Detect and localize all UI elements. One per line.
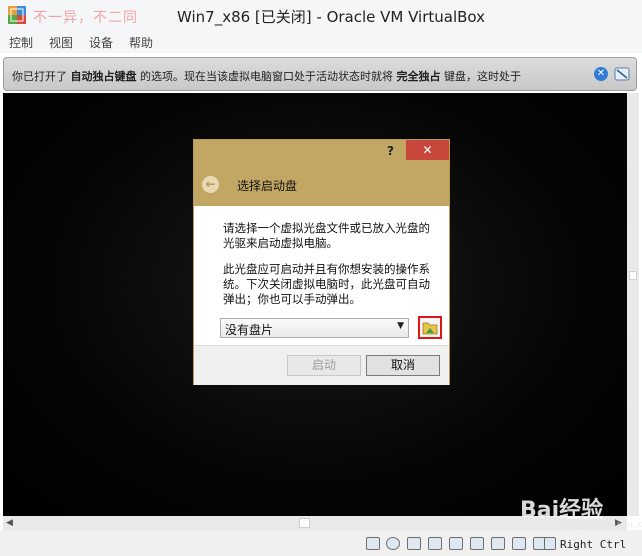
menu-view[interactable]: 视图 [49, 34, 73, 51]
optical-drive-icon[interactable] [386, 537, 400, 550]
folder-icon [422, 322, 438, 335]
notice-text-bold: 自动独占键盘 [70, 70, 137, 83]
horizontal-scroll-thumb[interactable] [299, 518, 310, 528]
hard-disk-icon[interactable] [366, 537, 380, 550]
notice-close-icon[interactable]: ✕ [594, 67, 608, 81]
dialog-description: 请选择一个虚拟光盘文件或已放入光盘的光驱来启动虚拟电脑。 [223, 221, 430, 250]
cancel-button[interactable]: 取消 [366, 355, 440, 376]
select-boot-disk-dialog: ? ✕ ← 选择启动盘 请选择一个虚拟光盘文件或已放入光盘的光驱来启动虚拟电脑。… [193, 139, 450, 385]
notice-text-part: 键盘，这时处于 [440, 70, 521, 83]
menu-bar: 控制 视图 设备 帮助 [0, 31, 642, 53]
notice-text-part: 你已打开了 [12, 70, 71, 83]
dialog-title: 选择启动盘 [237, 179, 298, 193]
boot-disk-select[interactable]: 没有盘片 ▼ [220, 318, 409, 338]
dialog-footer: 启动 取消 [194, 345, 449, 385]
dialog-note: 此光盘应可启动并且有你想安装的操作系统。下次关闭虚拟电脑时，此光盘可自动弹出；你… [223, 262, 430, 306]
keyboard-capture-notice: 你已打开了 自动独占键盘 的选项。现在当该虚拟电脑窗口处于活动状态时就将 完全独… [3, 57, 637, 91]
recording-icon[interactable] [512, 537, 526, 550]
dialog-header: ? ✕ ← 选择启动盘 [194, 140, 449, 206]
mouse-integration-icon[interactable] [544, 537, 556, 550]
audio-icon[interactable] [407, 537, 421, 550]
menu-help[interactable]: 帮助 [129, 34, 153, 51]
vertical-scroll-thumb[interactable] [629, 271, 637, 280]
baidu-url: jingyan.baidu.com [560, 520, 642, 530]
host-key-label: Right Ctrl [560, 538, 627, 551]
start-button[interactable]: 启动 [287, 355, 361, 376]
notice-text: 你已打开了 自动独占键盘 的选项。现在当该虚拟电脑窗口处于活动状态时就将 完全独… [12, 68, 592, 84]
chevron-down-icon: ▼ [397, 321, 404, 331]
network-icon[interactable] [428, 537, 442, 550]
menu-control[interactable]: 控制 [9, 34, 33, 51]
close-button[interactable]: ✕ [406, 140, 449, 160]
usb-icon[interactable] [449, 537, 463, 550]
scroll-left-icon[interactable]: ◀ [6, 518, 13, 528]
menu-devices[interactable]: 设备 [89, 34, 113, 51]
window-titlebar: 不一异，不二同 Win7_x86 [已关闭] - Oracle VM Virtu… [0, 0, 642, 31]
notice-text-bold: 完全独占 [396, 70, 441, 83]
notice-text-part: 的选项。现在当该虚拟电脑窗口处于活动状态时就将 [136, 70, 397, 83]
window-title-text: Win7_x86 [已关闭] - Oracle VM VirtualBox [176, 8, 486, 26]
vertical-scrollbar[interactable] [627, 93, 639, 516]
status-bar: Right Ctrl [0, 530, 642, 556]
back-arrow-icon: ← [202, 176, 219, 193]
notice-mute-icon[interactable] [614, 67, 630, 81]
choose-disk-file-button[interactable] [418, 316, 442, 339]
help-button[interactable]: ? [387, 144, 394, 158]
shared-folders-icon[interactable] [470, 537, 484, 550]
window-title: Win7_x86 [已关闭] - Oracle VM VirtualBox [0, 6, 642, 27]
boot-disk-select-value: 没有盘片 [225, 323, 274, 337]
display-icon[interactable] [491, 537, 505, 550]
